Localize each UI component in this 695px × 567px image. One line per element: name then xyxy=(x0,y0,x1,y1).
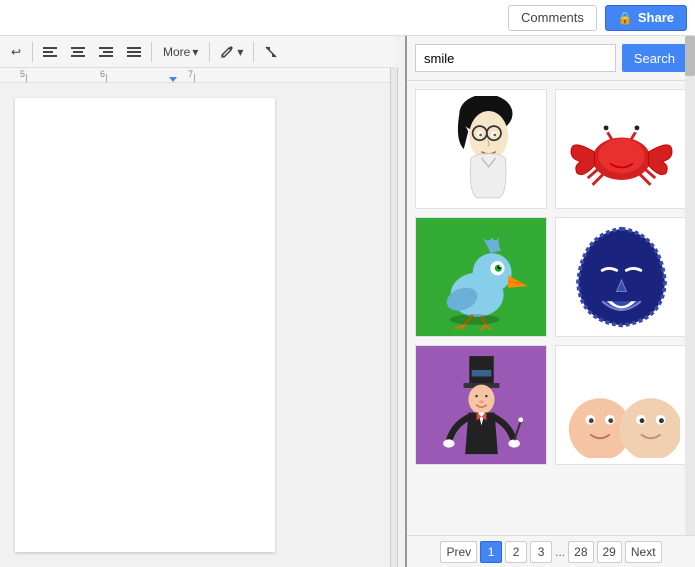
clipart-pagination: Prev 1 2 3 ... 28 29 Next xyxy=(407,535,695,567)
clipart-results[interactable] xyxy=(407,81,695,535)
clipart-panel: Clipart ✕ Search xyxy=(405,0,695,567)
undo-button[interactable]: ↩ xyxy=(4,40,28,64)
clipart-item-3[interactable] xyxy=(415,217,547,337)
clipart-img-4 xyxy=(563,224,680,330)
clipart-img-5 xyxy=(423,352,540,458)
clipart-scrollbar-thumb[interactable] xyxy=(685,36,695,76)
align-left-icon xyxy=(43,46,57,58)
align-right-button[interactable] xyxy=(93,40,119,64)
share-button[interactable]: 🔒 Share xyxy=(605,5,687,31)
clipart-item-6[interactable] xyxy=(555,345,687,465)
clipart-item-5[interactable] xyxy=(415,345,547,465)
align-justify-icon xyxy=(127,46,141,58)
separator-2 xyxy=(151,42,152,62)
clipart-search-input[interactable] xyxy=(415,44,616,72)
page-29-button[interactable]: 29 xyxy=(597,541,622,563)
clipart-img-1 xyxy=(423,96,540,202)
ruler-mark-6: 6 xyxy=(100,69,105,79)
align-justify-button[interactable] xyxy=(121,40,147,64)
prev-page-button[interactable]: Prev xyxy=(440,541,477,563)
document-page xyxy=(15,98,275,552)
clipart-img-3 xyxy=(423,224,540,330)
pen-button[interactable]: ▾ xyxy=(214,40,249,64)
clipart-search-button[interactable]: Search xyxy=(622,44,687,72)
page-1-button[interactable]: 1 xyxy=(480,541,502,563)
ruler-mark-7: 7 xyxy=(188,69,193,79)
clipart-grid xyxy=(415,89,687,465)
share-label: Share xyxy=(638,10,674,25)
clipart-img-2 xyxy=(563,96,680,202)
clipart-search-bar: Search xyxy=(407,36,695,81)
ruler-mark-5: 5 xyxy=(20,69,25,79)
comments-button[interactable]: Comments xyxy=(508,5,597,31)
pen-icon xyxy=(220,45,234,59)
document-area xyxy=(0,83,395,567)
clipart-img-6 xyxy=(563,352,680,458)
toolbar: ↩ More ▾ ▾ xyxy=(0,36,395,68)
separator-1 xyxy=(32,42,33,62)
clipart-item-4[interactable] xyxy=(555,217,687,337)
align-center-icon xyxy=(71,46,85,58)
comments-label: Comments xyxy=(521,10,584,25)
page-28-button[interactable]: 28 xyxy=(568,541,593,563)
ruler-tick-5 xyxy=(26,74,27,82)
page-3-button[interactable]: 3 xyxy=(530,541,552,563)
clipart-scrollbar[interactable] xyxy=(685,36,695,535)
page-2-button[interactable]: 2 xyxy=(505,541,527,563)
align-right-icon xyxy=(99,46,113,58)
clipart-item-2[interactable] xyxy=(555,89,687,209)
page-dots: ... xyxy=(555,545,565,559)
align-left-button[interactable] xyxy=(37,40,63,64)
ruler: 5 6 7 xyxy=(0,68,395,83)
pen-dropdown: ▾ xyxy=(237,45,243,59)
ruler-content: 5 6 7 xyxy=(0,68,395,82)
more-dropdown-icon: ▾ xyxy=(192,45,198,59)
more-button[interactable]: More ▾ xyxy=(156,40,205,64)
ruler-tick-6 xyxy=(106,74,107,82)
separator-3 xyxy=(209,42,210,62)
align-center-button[interactable] xyxy=(65,40,91,64)
more-label: More xyxy=(163,45,190,59)
ruler-marker xyxy=(168,77,178,82)
collapse-icon xyxy=(264,45,278,59)
ruler-tick-7 xyxy=(194,74,195,82)
scroll-divider xyxy=(390,68,398,567)
lock-icon: 🔒 xyxy=(618,11,633,25)
top-bar: Comments 🔒 Share xyxy=(0,0,695,36)
separator-4 xyxy=(253,42,254,62)
clipart-item-1[interactable] xyxy=(415,89,547,209)
collapse-button[interactable] xyxy=(258,40,284,64)
next-page-button[interactable]: Next xyxy=(625,541,662,563)
